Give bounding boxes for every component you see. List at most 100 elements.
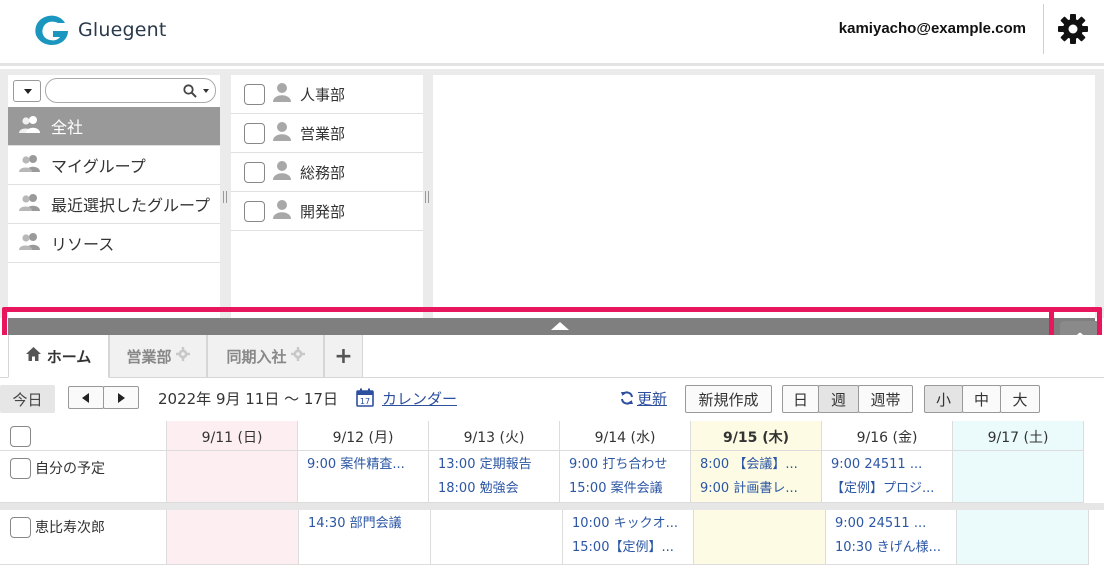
department-item[interactable]: 営業部 xyxy=(231,114,423,153)
day-cell[interactable] xyxy=(167,451,298,503)
group-item-resources[interactable]: リソース xyxy=(8,224,220,263)
event-item[interactable]: 13:00 定期報告 xyxy=(429,453,559,477)
new-event-button[interactable]: 新規作成 xyxy=(685,385,772,413)
add-tab-button[interactable]: + xyxy=(324,335,363,378)
search-icon[interactable] xyxy=(183,83,197,102)
department-checkbox[interactable] xyxy=(244,122,265,144)
department-checkbox[interactable] xyxy=(244,83,265,105)
today-button[interactable]: 今日 xyxy=(0,385,55,413)
week-calendar: 9/11 (日) 9/12 (月) 9/13 (火) 9/14 (水) 9/15… xyxy=(0,421,1104,565)
member-panel xyxy=(433,75,1095,318)
day-header-fri[interactable]: 9/16 (金) xyxy=(822,421,953,451)
panel-splitter-handle[interactable] xyxy=(223,191,227,203)
row-checkbox[interactable] xyxy=(10,517,31,538)
tab-bar: ホーム 営業部 同期入社 + xyxy=(0,335,1104,378)
view-week-button[interactable]: 週 xyxy=(818,385,859,413)
settings-gear-icon[interactable] xyxy=(1056,12,1090,50)
department-label: 営業部 xyxy=(300,124,346,143)
person-icon xyxy=(272,82,292,106)
schedule-row: 自分の予定 9:00 案件精査... 13:00 定期報告 18:00 勉強会 … xyxy=(0,451,1104,503)
department-checkbox[interactable] xyxy=(244,200,265,222)
day-cell[interactable]: 9:00 打ち合わせ 15:00 案件会議 xyxy=(560,451,691,503)
event-item[interactable]: 9:00 計画書レ... xyxy=(691,477,821,501)
search-options-caret-icon[interactable] xyxy=(203,89,209,93)
day-cell[interactable] xyxy=(167,510,299,565)
day-header-mon[interactable]: 9/12 (月) xyxy=(298,421,429,451)
day-cell[interactable] xyxy=(957,510,1089,565)
day-cell[interactable]: 9:00 24511 ... 【定例】プロジ... xyxy=(822,451,953,503)
group-item-label: リソース xyxy=(51,235,115,254)
calendar-icon[interactable]: 17 xyxy=(356,388,374,411)
group-item-my-group[interactable]: マイグループ xyxy=(8,146,220,185)
group-filter-dropdown[interactable] xyxy=(13,80,41,102)
day-cell[interactable]: 10:00 キックオ... 15:00【定例】... xyxy=(563,510,694,565)
event-item[interactable]: 9:00 案件精査... xyxy=(298,453,428,477)
tab-sales-dept[interactable]: 営業部 xyxy=(109,335,207,378)
event-item[interactable]: 8:00 【会議】... xyxy=(691,453,821,477)
refresh-icon[interactable] xyxy=(620,390,634,409)
group-panel: 全社 マイグループ 最近選択したグループ リソース xyxy=(8,75,220,318)
size-medium-button[interactable]: 中 xyxy=(962,385,1001,413)
size-small-button[interactable]: 小 xyxy=(924,385,963,413)
prev-week-button[interactable] xyxy=(68,386,104,409)
size-large-button[interactable]: 大 xyxy=(1000,385,1040,413)
day-header-wed[interactable]: 9/14 (水) xyxy=(560,421,691,451)
person-icon xyxy=(272,199,292,223)
department-label: 総務部 xyxy=(300,163,346,182)
group-search-box[interactable] xyxy=(45,78,216,103)
day-cell[interactable] xyxy=(694,510,826,565)
day-header-sat[interactable]: 9/17 (土) xyxy=(953,421,1084,451)
svg-text:17: 17 xyxy=(360,397,370,406)
department-checkbox[interactable] xyxy=(244,161,265,183)
department-item[interactable]: 人事部 xyxy=(231,75,423,114)
view-weekly-band-button[interactable]: 週帯 xyxy=(858,385,913,413)
group-icon xyxy=(18,193,42,215)
tab-label: 同期入社 xyxy=(226,347,287,366)
event-item[interactable]: 10:00 キックオ... xyxy=(563,512,693,536)
day-cell[interactable]: 9:00 24511 ... 10:30 きげん様... xyxy=(826,510,957,565)
refresh-link[interactable]: 更新 xyxy=(637,388,667,409)
group-list: 全社 マイグループ 最近選択したグループ リソース xyxy=(8,107,220,263)
event-item[interactable]: 【定例】プロジ... xyxy=(822,477,952,501)
event-item[interactable]: 9:00 24511 ... xyxy=(822,453,952,477)
schedule-row: 恵比寿次郎 14:30 部門会議 10:00 キックオ... 15:00【定例】… xyxy=(0,510,1104,565)
day-header-sun[interactable]: 9/11 (日) xyxy=(167,421,298,451)
department-item[interactable]: 開発部 xyxy=(231,192,423,231)
day-cell[interactable]: 9:00 案件精査... xyxy=(298,451,429,503)
day-cell[interactable] xyxy=(431,510,563,565)
next-week-button[interactable] xyxy=(103,386,139,409)
event-item[interactable]: 15:00【定例】... xyxy=(563,536,693,560)
calendar-link[interactable]: カレンダー xyxy=(382,388,457,409)
view-day-button[interactable]: 日 xyxy=(782,385,819,413)
event-item[interactable]: 10:30 きげん様... xyxy=(826,536,956,560)
user-email[interactable]: kamiyacho@example.com xyxy=(839,20,1026,37)
date-range-label: 2022年 9月 11日 ～ 17日 xyxy=(158,390,338,408)
day-header-tue[interactable]: 9/13 (火) xyxy=(429,421,560,451)
day-cell[interactable]: 13:00 定期報告 18:00 勉強会 xyxy=(429,451,560,503)
event-item[interactable]: 18:00 勉強会 xyxy=(429,477,559,501)
tab-same-year-hires[interactable]: 同期入社 xyxy=(207,335,324,378)
day-cell[interactable]: 14:30 部門会議 xyxy=(299,510,431,565)
group-search-input[interactable] xyxy=(54,82,174,99)
select-all-checkbox[interactable] xyxy=(10,426,31,447)
event-item[interactable]: 9:00 打ち合わせ xyxy=(560,453,690,477)
person-icon xyxy=(272,160,292,184)
selection-area: 全社 マイグループ 最近選択したグループ リソース 人事部 営業部 総務部 開発… xyxy=(0,69,1104,318)
row-separator xyxy=(0,503,1104,510)
tab-settings-gear-icon[interactable] xyxy=(175,347,190,365)
tab-settings-gear-icon[interactable] xyxy=(290,347,305,365)
gluegent-logo[interactable]: Gluegent xyxy=(32,13,167,47)
group-item-label: 全社 xyxy=(51,118,84,137)
day-cell[interactable]: 8:00 【会議】... 9:00 計画書レ... xyxy=(691,451,822,503)
event-item[interactable]: 9:00 24511 ... xyxy=(826,512,956,536)
department-item[interactable]: 総務部 xyxy=(231,153,423,192)
row-checkbox[interactable] xyxy=(10,458,31,479)
day-header-thu-today[interactable]: 9/15 (木) xyxy=(691,421,822,451)
group-item-all-company[interactable]: 全社 xyxy=(8,107,220,146)
panel-splitter-handle[interactable] xyxy=(425,191,429,203)
tab-home[interactable]: ホーム xyxy=(8,335,109,378)
event-item[interactable]: 15:00 案件会議 xyxy=(560,477,690,501)
event-item[interactable]: 14:30 部門会議 xyxy=(299,512,430,536)
day-cell[interactable] xyxy=(953,451,1084,503)
group-item-recent-groups[interactable]: 最近選択したグループ xyxy=(8,185,220,224)
